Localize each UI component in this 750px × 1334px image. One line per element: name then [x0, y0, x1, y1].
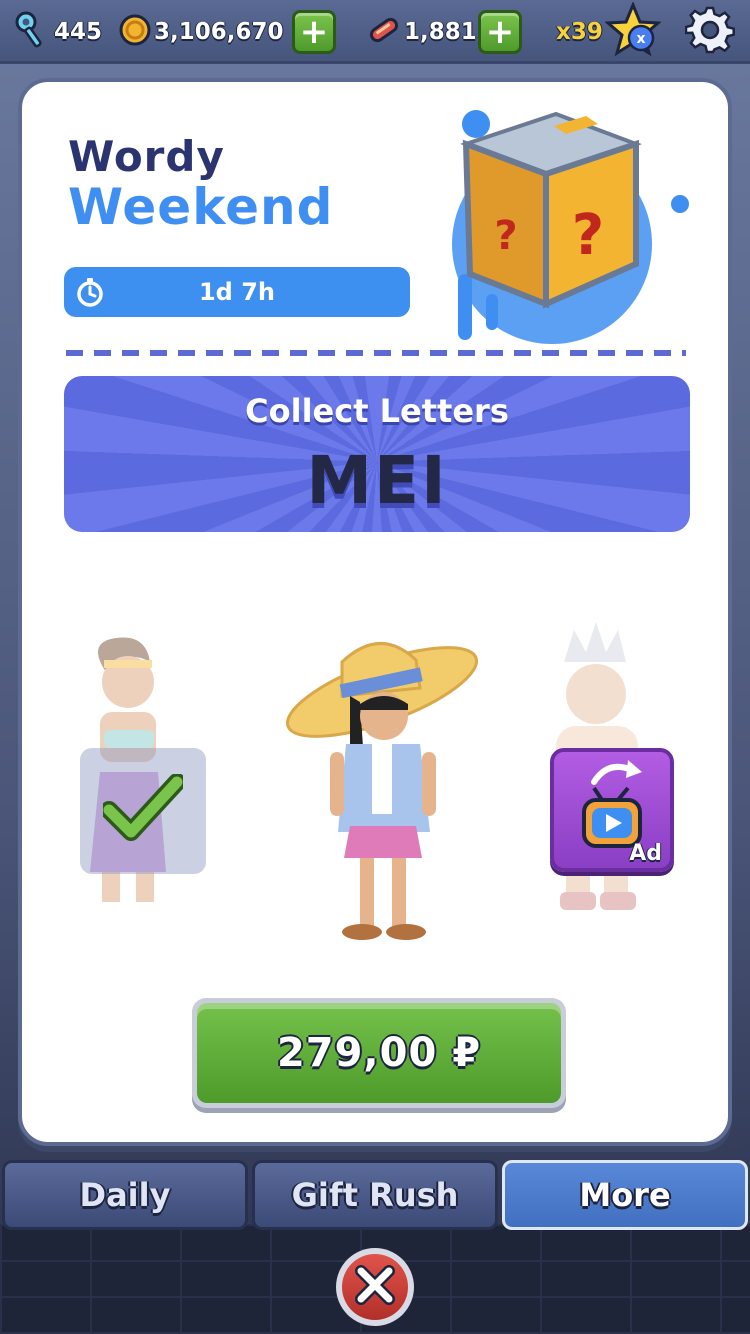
score-multiplier[interactable]: x39 x — [556, 1, 662, 57]
collect-word: MEI — [306, 442, 448, 519]
tab-more-label: More — [579, 1176, 671, 1214]
tab-gift-rush-label: Gift Rush — [291, 1176, 459, 1214]
buy-button-face[interactable]: 279,00 ₽ — [197, 1003, 561, 1103]
top-bar: 445 3,106,670 + 1,881 + x39 x — [0, 0, 750, 64]
coin-icon — [118, 13, 152, 51]
mystery-box-icon: ? ? — [436, 104, 696, 344]
tab-more[interactable]: More — [502, 1160, 748, 1230]
stopwatch-icon — [74, 276, 106, 312]
key-icon — [14, 10, 48, 54]
boards-value: 1,881 — [404, 19, 477, 45]
owned-indicator — [80, 748, 206, 874]
gear-icon — [684, 5, 735, 59]
checkmark-icon — [100, 773, 186, 848]
character-mei[interactable] — [280, 632, 490, 956]
close-button[interactable] — [336, 1248, 414, 1326]
tab-daily-label: Daily — [79, 1176, 171, 1214]
multiplier-value: x39 — [556, 19, 603, 45]
add-boards-button[interactable]: + — [478, 10, 522, 54]
character-carousel: Ad — [22, 552, 736, 972]
tab-gift-rush[interactable]: Gift Rush — [252, 1160, 498, 1230]
event-timer: 1d 7h — [64, 267, 410, 317]
buy-button[interactable]: 279,00 ₽ — [192, 998, 566, 1108]
divider — [66, 350, 686, 356]
price-label: 279,00 ₽ — [276, 1030, 482, 1076]
close-icon — [353, 1263, 397, 1311]
svg-text:?: ? — [572, 203, 604, 268]
ad-label: Ad — [629, 841, 662, 866]
event-title-line1: Wordy — [68, 132, 225, 181]
svg-text:x: x — [636, 31, 645, 47]
coins-counter: 3,106,670 — [118, 12, 284, 52]
watch-ad-unlock-button[interactable]: Ad — [550, 748, 674, 872]
timer-text: 1d 7h — [198, 278, 276, 306]
collect-label: Collect Letters — [245, 392, 509, 430]
keys-counter: 445 — [14, 10, 103, 54]
event-title-line2: Weekend — [68, 178, 334, 236]
svg-text:?: ? — [494, 213, 517, 259]
star-icon: x — [604, 1, 662, 62]
boards-counter: 1,881 — [366, 12, 477, 52]
add-coins-button[interactable]: + — [292, 10, 336, 54]
collect-letters-banner: Collect Letters MEI — [64, 376, 690, 532]
settings-button[interactable] — [684, 6, 736, 58]
tab-daily[interactable]: Daily — [2, 1160, 248, 1230]
coins-value: 3,106,670 — [154, 19, 284, 45]
event-card: Wordy Weekend 1d 7h ? ? Collect Letters … — [18, 78, 732, 1146]
keys-value: 445 — [54, 19, 103, 45]
bottom-tabs: Daily Gift Rush More — [0, 1160, 750, 1230]
close-button-face[interactable] — [342, 1254, 408, 1320]
hoverboard-icon — [366, 12, 402, 52]
